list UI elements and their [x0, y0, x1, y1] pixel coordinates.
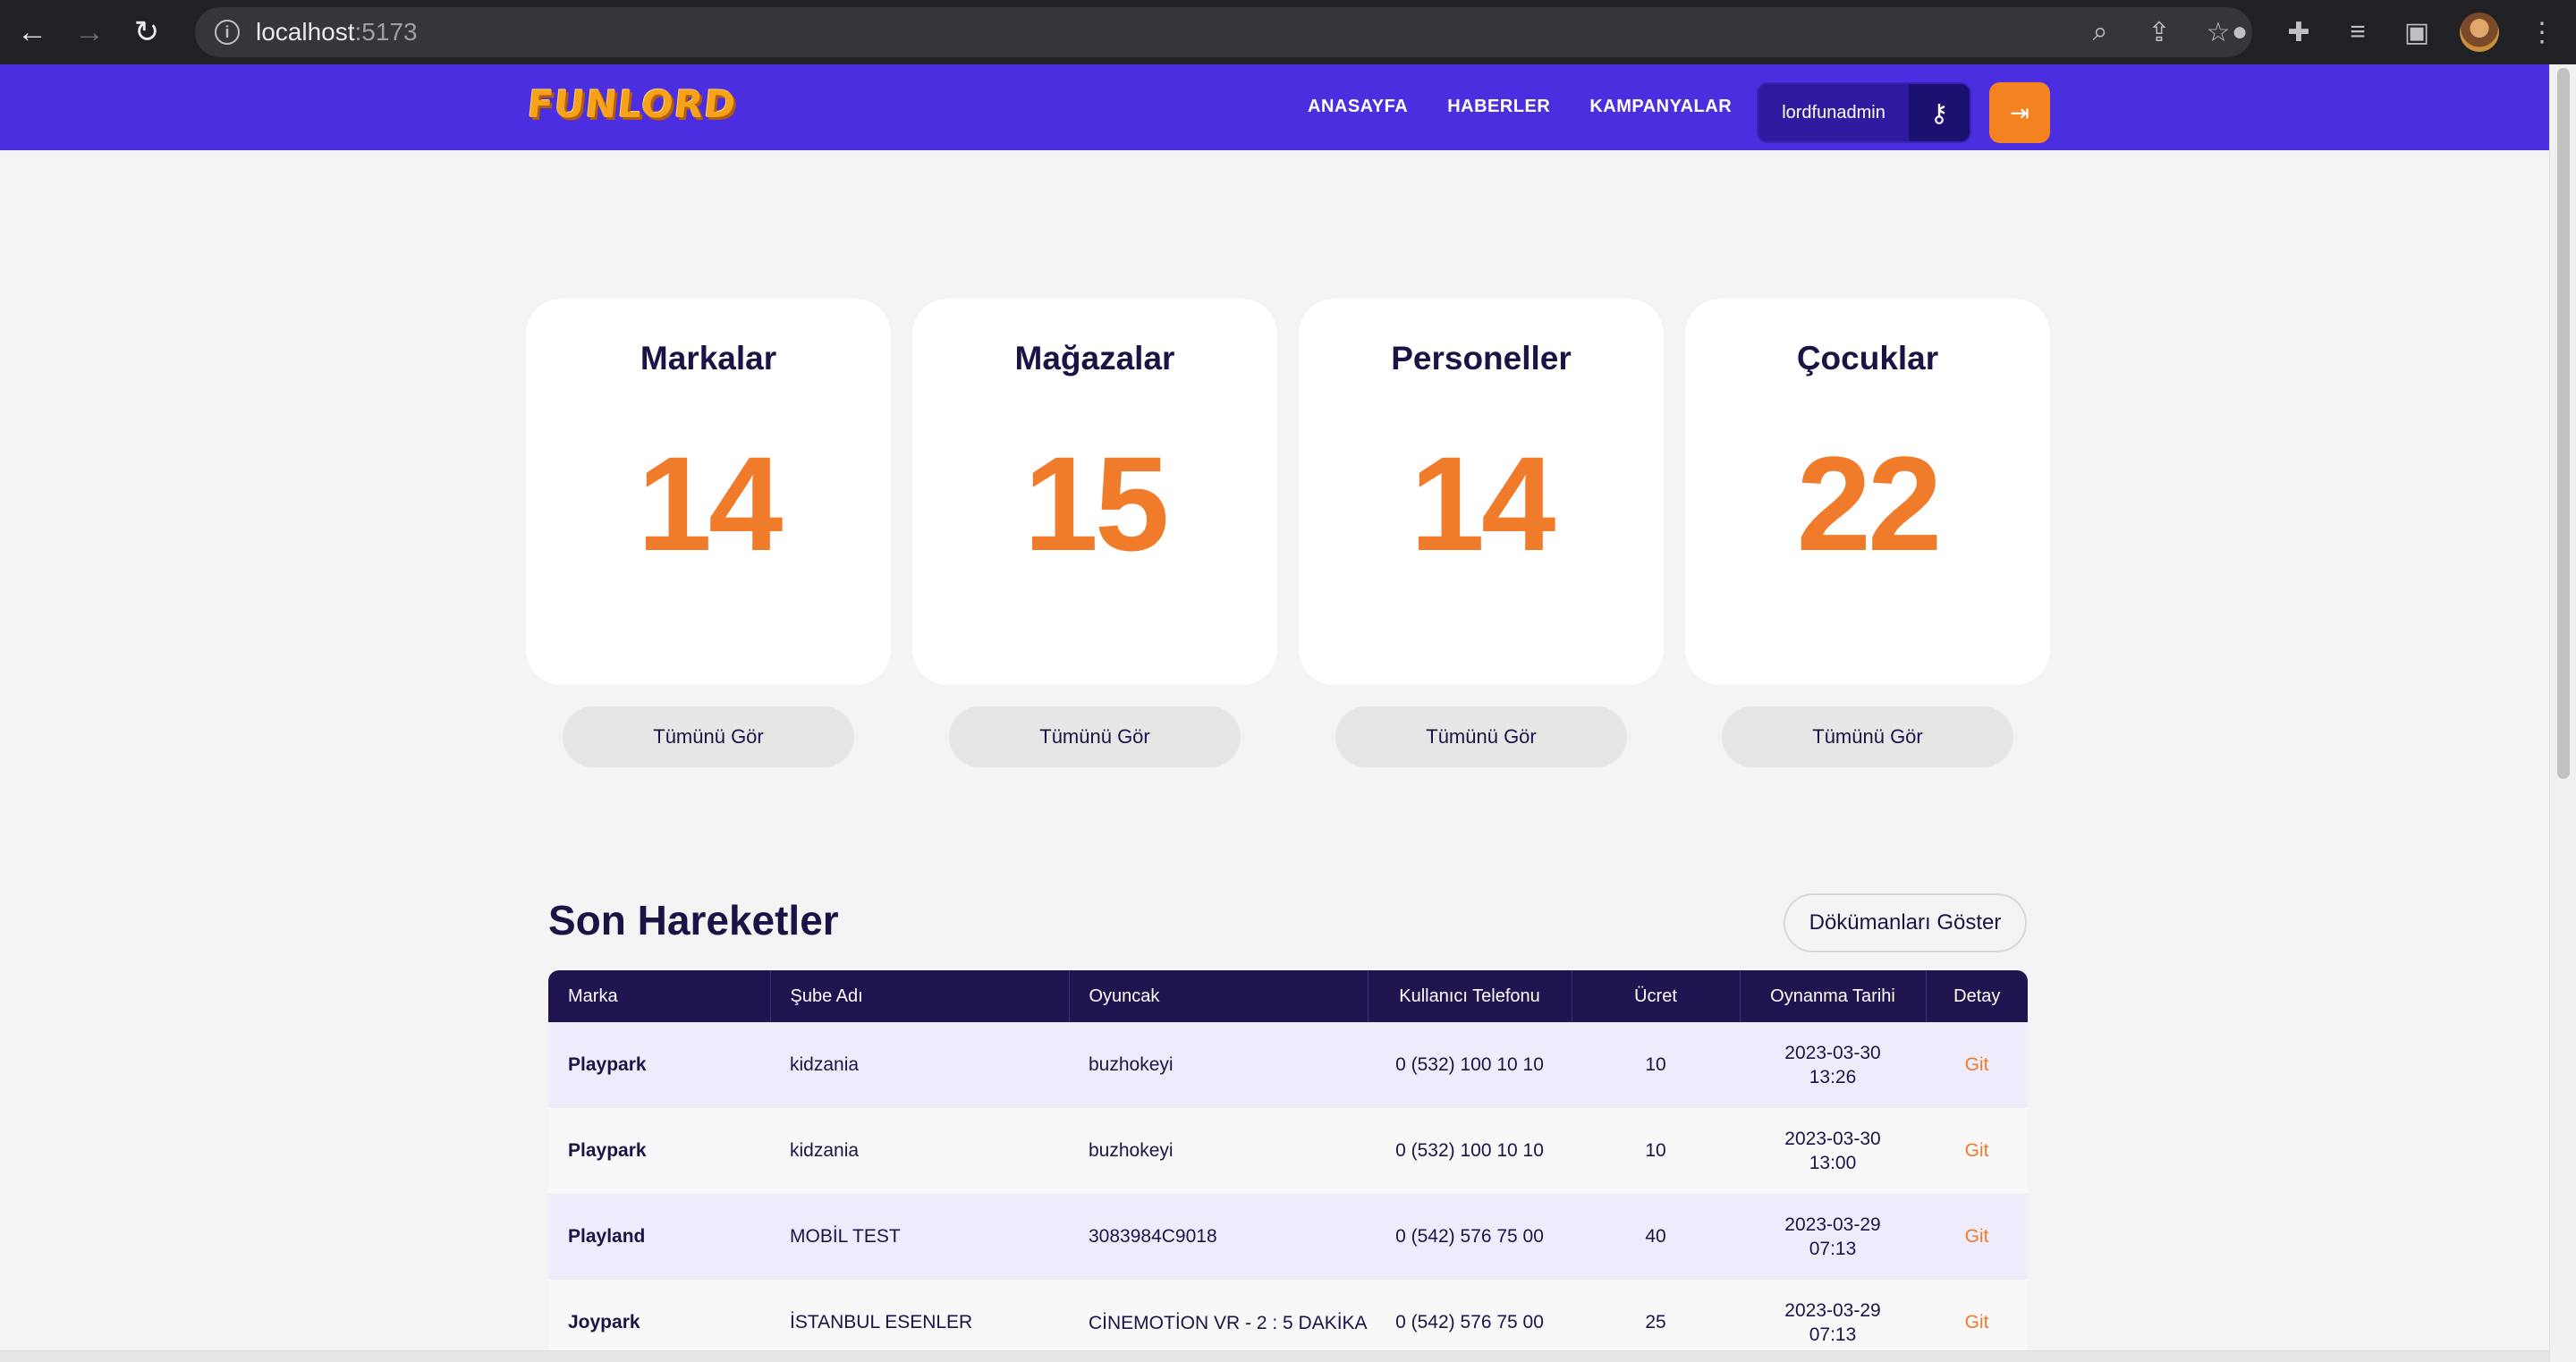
cell-branch: MOBİL TEST: [770, 1194, 1069, 1280]
cell-date-time: 07:13: [1809, 1239, 1857, 1259]
table-header-row: Marka Şube Adı Oyuncak Kullanıcı Telefon…: [548, 970, 2028, 1022]
see-all-button[interactable]: Tümünü Gör: [949, 706, 1241, 767]
cell-date: 2023-03-29 07:13: [1740, 1194, 1926, 1280]
cell-toy: 3083984C9018: [1069, 1194, 1368, 1280]
user-box: lordfunadmin ⚷: [1757, 82, 1971, 143]
cell-toy: buzhokeyi: [1069, 1108, 1368, 1194]
stat-card: Personeller 14: [1299, 299, 1664, 685]
cell-brand: Playpark: [548, 1022, 770, 1108]
stat-title: Çocuklar: [1796, 340, 1939, 376]
cell-date-time: 13:00: [1809, 1153, 1857, 1173]
see-all-button[interactable]: Tümünü Gör: [1722, 706, 2013, 767]
browser-toolbar: ← → ↻ i localhost:5173 ⌕ ⇪ ☆ ● ✚ ≡ ▣ ⋮: [0, 0, 2576, 64]
stat-card: Mağazalar 15: [912, 299, 1277, 685]
cell-detail: Git: [1926, 1022, 2028, 1108]
see-all-button[interactable]: Tümünü Gör: [563, 706, 854, 767]
stat-card-magazalar: Mağazalar 15 Tümünü Gör: [912, 299, 1277, 767]
url-port: :5173: [354, 18, 418, 46]
stats-cards: Markalar 14 Tümünü Gör Mağazalar 15 Tümü…: [526, 299, 2050, 767]
table-row: Playland MOBİL TEST 3083984C9018 0 (542)…: [548, 1194, 2028, 1280]
cell-branch: kidzania: [770, 1108, 1069, 1194]
app-header: FUNLORD ANASAYFA HABERLER KAMPANYALAR lo…: [0, 64, 2549, 150]
page-scrollbar[interactable]: [2549, 64, 2576, 1362]
detail-link[interactable]: Git: [1965, 1226, 1989, 1247]
cell-fee: 10: [1572, 1108, 1740, 1194]
extension-icon[interactable]: ●: [2224, 17, 2256, 47]
stat-title: Markalar: [640, 340, 777, 376]
cell-date-day: 2023-03-29: [1784, 1300, 1881, 1321]
col-ucret: Ücret: [1572, 970, 1741, 1022]
cell-date-day: 2023-03-30: [1784, 1129, 1881, 1149]
cell-detail: Git: [1926, 1194, 2028, 1280]
stat-value: 14: [1410, 428, 1556, 579]
cell-date: 2023-03-30 13:26: [1740, 1022, 1926, 1108]
profile-avatar[interactable]: [2460, 13, 2499, 52]
main-nav: ANASAYFA HABERLER KAMPANYALAR: [1308, 97, 1732, 117]
scrollbar-thumb[interactable]: [2557, 68, 2570, 779]
detail-link[interactable]: Git: [1965, 1312, 1989, 1332]
stat-card: Çocuklar 22: [1685, 299, 2050, 685]
cell-date-day: 2023-03-30: [1784, 1043, 1881, 1063]
nav-anasayfa[interactable]: ANASAYFA: [1308, 97, 1408, 117]
stat-card-markalar: Markalar 14 Tümünü Gör: [526, 299, 891, 767]
logout-button[interactable]: ⇥: [1989, 82, 2050, 143]
site-info-icon[interactable]: i: [215, 20, 240, 45]
col-detay: Detay: [1926, 970, 2028, 1022]
table-row: Playpark kidzania buzhokeyi 0 (532) 100 …: [548, 1108, 2028, 1194]
nav-kampanyalar[interactable]: KAMPANYALAR: [1589, 97, 1732, 117]
cell-date-time: 13:26: [1809, 1067, 1857, 1087]
stat-card: Markalar 14: [526, 299, 891, 685]
logo[interactable]: FUNLORD: [525, 82, 738, 126]
reload-icon[interactable]: ↻: [122, 7, 172, 57]
cell-fee: 40: [1572, 1194, 1740, 1280]
cell-date: 2023-03-30 13:00: [1740, 1108, 1926, 1194]
col-kullanici-telefonu: Kullanıcı Telefonu: [1368, 970, 1572, 1022]
cell-date-day: 2023-03-29: [1784, 1214, 1881, 1235]
stat-title: Mağazalar: [1014, 340, 1175, 376]
detail-link[interactable]: Git: [1965, 1140, 1989, 1161]
stat-value: 15: [1023, 428, 1170, 579]
cell-phone: 0 (542) 576 75 00: [1368, 1194, 1572, 1280]
address-bar[interactable]: i localhost:5173 ⌕ ⇪ ☆: [195, 7, 2252, 57]
zoom-icon[interactable]: ⌕: [2084, 17, 2116, 47]
nav-haberler[interactable]: HABERLER: [1447, 97, 1550, 117]
col-oynanma-tarihi: Oynanma Tarihi: [1740, 970, 1927, 1022]
cell-brand: Playland: [548, 1194, 770, 1280]
cell-detail: Git: [1926, 1108, 2028, 1194]
stat-value: 22: [1796, 428, 1943, 579]
stat-card-personeller: Personeller 14 Tümünü Gör: [1299, 299, 1664, 767]
logout-icon: ⇥: [2010, 98, 2029, 126]
username-label: lordfunadmin: [1782, 102, 1885, 123]
stat-title: Personeller: [1391, 340, 1572, 376]
puzzle-icon[interactable]: ✚: [2283, 17, 2315, 48]
show-documents-button[interactable]: Dökümanları Göster: [1784, 893, 2027, 952]
key-icon[interactable]: ⚷: [1909, 84, 1970, 141]
cell-toy: buzhokeyi: [1069, 1022, 1368, 1108]
cell-fee: 10: [1572, 1022, 1740, 1108]
detail-link[interactable]: Git: [1965, 1054, 1989, 1075]
cell-branch: kidzania: [770, 1022, 1069, 1108]
cell-brand: Playpark: [548, 1108, 770, 1194]
cell-date-time: 07:13: [1809, 1324, 1857, 1345]
cell-phone: 0 (532) 100 10 10: [1368, 1108, 1572, 1194]
page-bottom-edge: [0, 1350, 2549, 1362]
url-host: localhost: [256, 18, 355, 46]
menu-icon[interactable]: ⋮: [2526, 17, 2558, 48]
table-row: Playpark kidzania buzhokeyi 0 (532) 100 …: [548, 1022, 2028, 1108]
cell-phone: 0 (532) 100 10 10: [1368, 1022, 1572, 1108]
see-all-button[interactable]: Tümünü Gör: [1335, 706, 1627, 767]
url-text: localhost:5173: [256, 18, 418, 47]
share-icon[interactable]: ⇪: [2143, 17, 2175, 48]
sidepanel-icon[interactable]: ▣: [2401, 17, 2433, 48]
col-marka: Marka: [548, 970, 771, 1022]
stat-value: 14: [637, 428, 784, 579]
back-icon[interactable]: ←: [7, 7, 57, 57]
col-sube-adi: Şube Adı: [770, 970, 1070, 1022]
stat-card-cocuklar: Çocuklar 22 Tümünü Gör: [1685, 299, 2050, 767]
forward-icon[interactable]: →: [64, 7, 114, 57]
recent-activity-table: Marka Şube Adı Oyuncak Kullanıcı Telefon…: [548, 970, 2028, 1362]
section-title: Son Hareketler: [548, 897, 839, 943]
media-icon[interactable]: ≡: [2342, 17, 2374, 47]
col-oyuncak: Oyuncak: [1069, 970, 1368, 1022]
